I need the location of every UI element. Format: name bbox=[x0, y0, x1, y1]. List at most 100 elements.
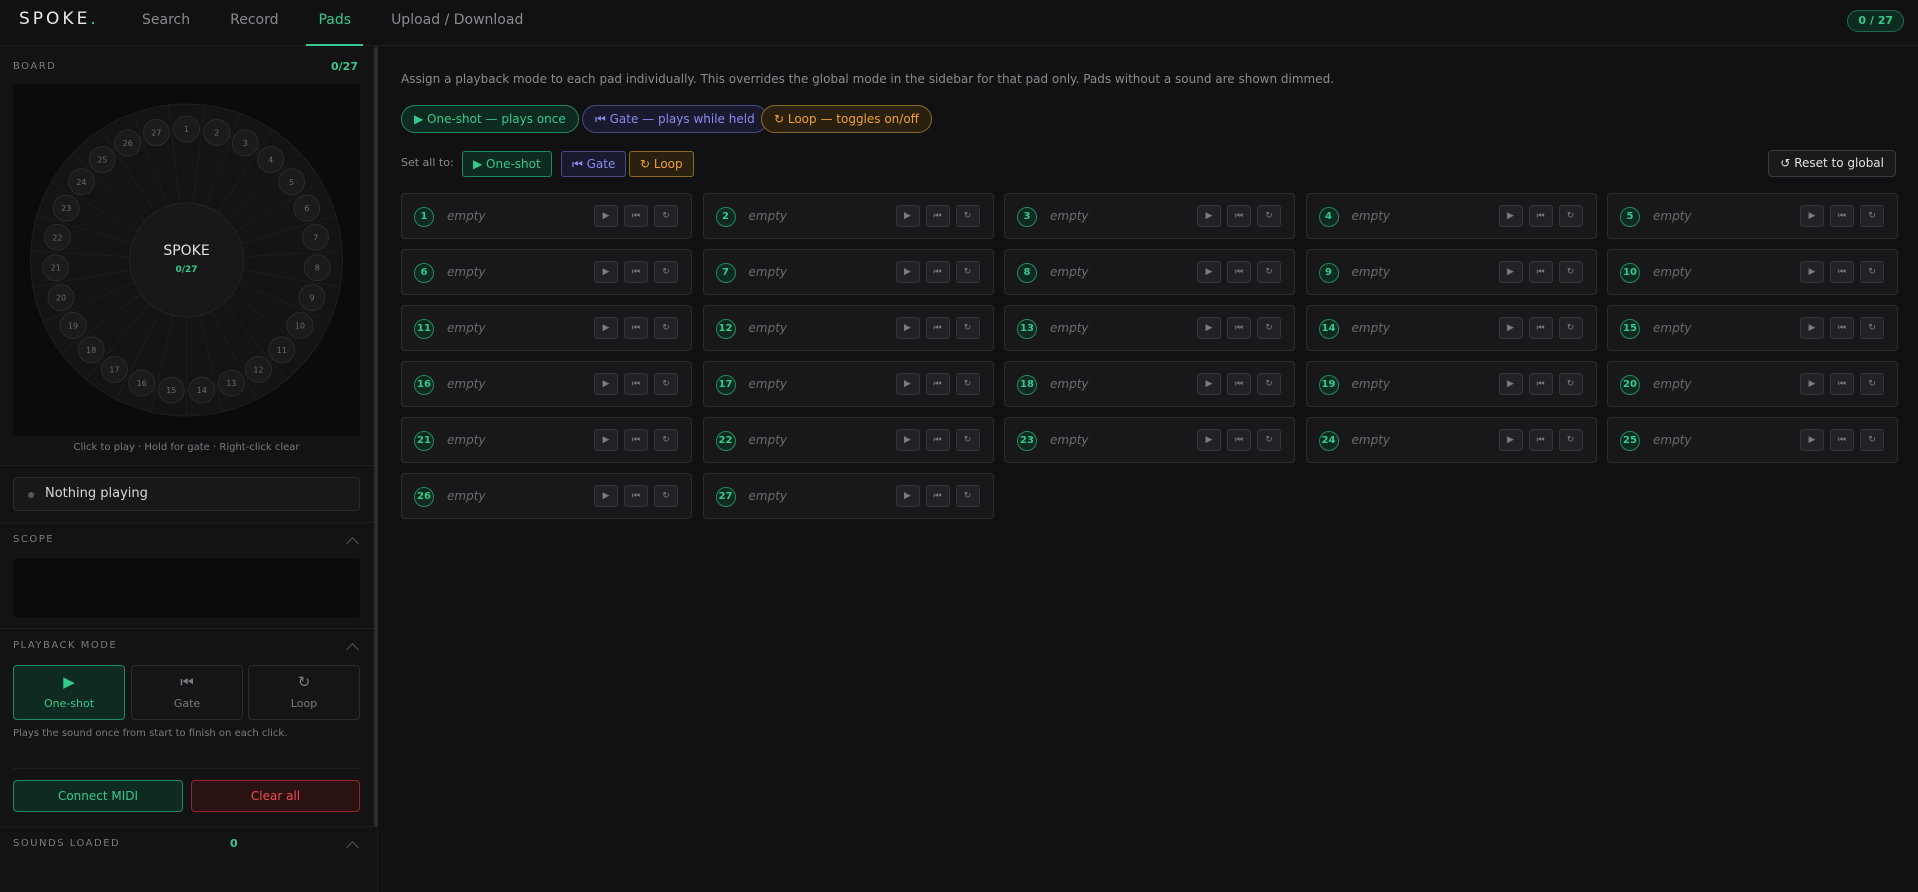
pad-card[interactable]: 9 empty ▶ ⏮ ↻ bbox=[1305, 249, 1597, 295]
pad-mode-loop-button[interactable]: ↻ bbox=[1860, 373, 1884, 395]
pad-mode-play-button[interactable]: ▶ bbox=[1498, 429, 1523, 451]
pad-card[interactable]: 22 empty ▶ ⏮ ↻ bbox=[702, 417, 994, 463]
pad-mode-gate-button[interactable]: ⏮ bbox=[925, 429, 950, 451]
pad-mode-play-button[interactable]: ▶ bbox=[895, 485, 920, 507]
set-all-loop-button[interactable]: ↻ Loop bbox=[629, 151, 694, 177]
pad-card[interactable]: 8 empty ▶ ⏮ ↻ bbox=[1004, 249, 1295, 295]
pad-mode-play-button[interactable]: ▶ bbox=[1498, 373, 1523, 395]
pad-card[interactable]: 7 empty ▶ ⏮ ↻ bbox=[702, 249, 994, 295]
pad-mode-loop-button[interactable]: ↻ bbox=[654, 373, 678, 395]
pad-mode-gate-button[interactable]: ⏮ bbox=[624, 261, 648, 283]
pad-mode-gate-button[interactable]: ⏮ bbox=[1227, 261, 1251, 283]
set-all-one-shot-button[interactable]: ▶ One-shot bbox=[462, 151, 552, 177]
pad-card[interactable]: 26 empty ▶ ⏮ ↻ bbox=[401, 473, 692, 519]
pad-mode-gate-button[interactable]: ⏮ bbox=[1528, 429, 1553, 451]
pad-card[interactable]: 5 empty ▶ ⏮ ↻ bbox=[1607, 193, 1898, 239]
pad-card[interactable]: 17 empty ▶ ⏮ ↻ bbox=[702, 361, 994, 407]
chevron-up-icon[interactable] bbox=[346, 643, 359, 656]
mode-gate-button[interactable]: ⏮ Gate bbox=[131, 665, 243, 720]
pad-card[interactable]: 6 empty ▶ ⏮ ↻ bbox=[401, 249, 692, 295]
tab-record[interactable]: Record bbox=[230, 0, 278, 46]
pad-card[interactable]: 16 empty ▶ ⏮ ↻ bbox=[401, 361, 692, 407]
pad-mode-gate-button[interactable]: ⏮ bbox=[1227, 317, 1251, 339]
pad-mode-play-button[interactable]: ▶ bbox=[594, 429, 618, 451]
pad-mode-play-button[interactable]: ▶ bbox=[1197, 317, 1221, 339]
pad-mode-loop-button[interactable]: ↻ bbox=[1257, 373, 1281, 395]
pad-card[interactable]: 11 empty ▶ ⏮ ↻ bbox=[401, 305, 692, 351]
pad-mode-gate-button[interactable]: ⏮ bbox=[1830, 317, 1854, 339]
pad-mode-play-button[interactable]: ▶ bbox=[1197, 205, 1221, 227]
sidebar-scrollbar[interactable] bbox=[374, 47, 378, 827]
pad-mode-play-button[interactable]: ▶ bbox=[1197, 429, 1221, 451]
pad-mode-loop-button[interactable]: ↻ bbox=[1860, 429, 1884, 451]
pad-mode-gate-button[interactable]: ⏮ bbox=[925, 485, 950, 507]
set-all-gate-button[interactable]: ⏮ Gate bbox=[561, 151, 627, 177]
chevron-up-icon[interactable] bbox=[346, 537, 359, 550]
pad-mode-gate-button[interactable]: ⏮ bbox=[624, 485, 648, 507]
pad-card[interactable]: 4 empty ▶ ⏮ ↻ bbox=[1305, 193, 1597, 239]
pad-mode-play-button[interactable]: ▶ bbox=[1800, 261, 1824, 283]
pad-card[interactable]: 15 empty ▶ ⏮ ↻ bbox=[1607, 305, 1898, 351]
pad-card[interactable]: 14 empty ▶ ⏮ ↻ bbox=[1305, 305, 1597, 351]
mode-one-shot-button[interactable]: ▶ One-shot bbox=[13, 665, 125, 720]
pad-mode-gate-button[interactable]: ⏮ bbox=[1830, 429, 1854, 451]
pad-card[interactable]: 25 empty ▶ ⏮ ↻ bbox=[1607, 417, 1898, 463]
pad-card[interactable]: 1 empty ▶ ⏮ ↻ bbox=[401, 193, 692, 239]
pad-mode-gate-button[interactable]: ⏮ bbox=[925, 205, 950, 227]
pad-mode-loop-button[interactable]: ↻ bbox=[1558, 261, 1583, 283]
pad-mode-play-button[interactable]: ▶ bbox=[1197, 373, 1221, 395]
tab-search[interactable]: Search bbox=[142, 0, 190, 46]
pad-mode-loop-button[interactable]: ↻ bbox=[654, 485, 678, 507]
pad-mode-loop-button[interactable]: ↻ bbox=[955, 261, 980, 283]
pad-mode-loop-button[interactable]: ↻ bbox=[1257, 429, 1281, 451]
pad-card[interactable]: 21 empty ▶ ⏮ ↻ bbox=[401, 417, 692, 463]
pad-mode-loop-button[interactable]: ↻ bbox=[1558, 429, 1583, 451]
pad-mode-loop-button[interactable]: ↻ bbox=[1558, 373, 1583, 395]
pad-mode-play-button[interactable]: ▶ bbox=[594, 317, 618, 339]
pad-mode-gate-button[interactable]: ⏮ bbox=[925, 373, 950, 395]
pad-mode-gate-button[interactable]: ⏮ bbox=[624, 205, 648, 227]
pad-mode-loop-button[interactable]: ↻ bbox=[955, 373, 980, 395]
pad-mode-loop-button[interactable]: ↻ bbox=[1860, 205, 1884, 227]
pad-mode-play-button[interactable]: ▶ bbox=[1498, 261, 1523, 283]
pad-mode-gate-button[interactable]: ⏮ bbox=[925, 317, 950, 339]
pad-mode-loop-button[interactable]: ↻ bbox=[654, 261, 678, 283]
chevron-up-icon[interactable] bbox=[346, 841, 359, 854]
pad-mode-loop-button[interactable]: ↻ bbox=[1558, 205, 1583, 227]
pad-card[interactable]: 19 empty ▶ ⏮ ↻ bbox=[1305, 361, 1597, 407]
pad-mode-play-button[interactable]: ▶ bbox=[895, 373, 920, 395]
pad-card[interactable]: 2 empty ▶ ⏮ ↻ bbox=[702, 193, 994, 239]
pad-mode-play-button[interactable]: ▶ bbox=[1800, 429, 1824, 451]
pad-mode-loop-button[interactable]: ↻ bbox=[654, 429, 678, 451]
pad-mode-play-button[interactable]: ▶ bbox=[594, 261, 618, 283]
pad-mode-gate-button[interactable]: ⏮ bbox=[1227, 205, 1251, 227]
pad-mode-play-button[interactable]: ▶ bbox=[895, 205, 920, 227]
pad-mode-loop-button[interactable]: ↻ bbox=[1860, 261, 1884, 283]
pad-mode-loop-button[interactable]: ↻ bbox=[1257, 317, 1281, 339]
pad-mode-play-button[interactable]: ▶ bbox=[594, 485, 618, 507]
pad-mode-play-button[interactable]: ▶ bbox=[895, 261, 920, 283]
pad-mode-play-button[interactable]: ▶ bbox=[1800, 373, 1824, 395]
clear-all-button[interactable]: Clear all bbox=[191, 780, 360, 812]
pad-mode-loop-button[interactable]: ↻ bbox=[955, 205, 980, 227]
pad-mode-gate-button[interactable]: ⏮ bbox=[1528, 205, 1553, 227]
pad-mode-gate-button[interactable]: ⏮ bbox=[1830, 261, 1854, 283]
pad-mode-gate-button[interactable]: ⏮ bbox=[624, 429, 648, 451]
pad-mode-play-button[interactable]: ▶ bbox=[1498, 317, 1523, 339]
pad-card[interactable]: 23 empty ▶ ⏮ ↻ bbox=[1004, 417, 1295, 463]
pad-mode-play-button[interactable]: ▶ bbox=[594, 373, 618, 395]
pad-mode-loop-button[interactable]: ↻ bbox=[654, 317, 678, 339]
app-logo[interactable]: SPOKE. bbox=[19, 9, 99, 29]
pad-mode-gate-button[interactable]: ⏮ bbox=[624, 317, 648, 339]
pad-mode-gate-button[interactable]: ⏮ bbox=[1830, 373, 1854, 395]
pad-mode-gate-button[interactable]: ⏮ bbox=[1528, 373, 1553, 395]
pad-mode-loop-button[interactable]: ↻ bbox=[955, 317, 980, 339]
pad-mode-play-button[interactable]: ▶ bbox=[895, 429, 920, 451]
pad-card[interactable]: 20 empty ▶ ⏮ ↻ bbox=[1607, 361, 1898, 407]
pad-mode-loop-button[interactable]: ↻ bbox=[955, 429, 980, 451]
pad-mode-gate-button[interactable]: ⏮ bbox=[1528, 261, 1553, 283]
pad-mode-play-button[interactable]: ▶ bbox=[1498, 205, 1523, 227]
pad-card[interactable]: 18 empty ▶ ⏮ ↻ bbox=[1004, 361, 1295, 407]
mode-loop-button[interactable]: ↻ Loop bbox=[248, 665, 360, 720]
wheel-hub[interactable] bbox=[129, 202, 244, 318]
